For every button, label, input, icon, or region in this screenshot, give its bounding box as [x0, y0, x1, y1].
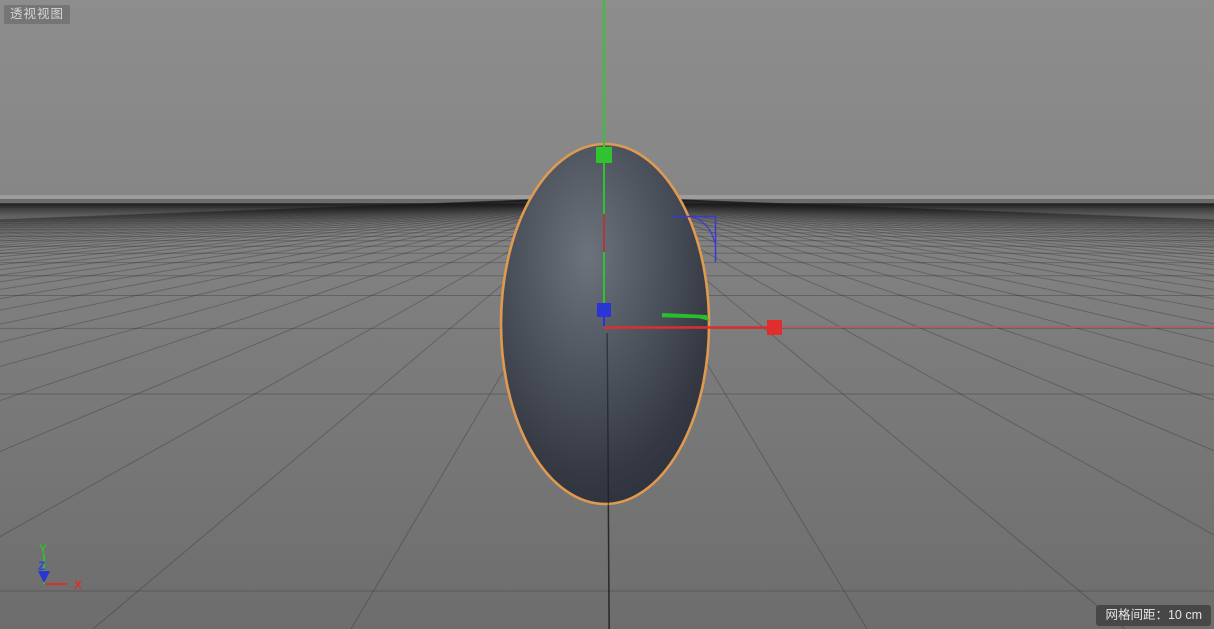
world-y-axis-label: Y — [39, 542, 47, 556]
y-scale-handle[interactable] — [596, 147, 612, 163]
world-x-axis-label: X — [74, 578, 82, 592]
view-name-label[interactable]: 透视视图 — [4, 5, 70, 24]
world-z-axis-label: Z — [38, 559, 45, 573]
world-axis-gizmo: Y Z X — [38, 542, 82, 592]
perspective-viewport[interactable]: Y Z X 透视视图 网格间距：10 cm — [0, 0, 1214, 629]
x-scale-handle[interactable] — [767, 320, 782, 335]
scene-canvas[interactable]: Y Z X — [0, 0, 1214, 629]
grid-spacing-label: 网格间距：10 cm — [1096, 605, 1211, 626]
z-scale-handle[interactable] — [597, 303, 611, 317]
